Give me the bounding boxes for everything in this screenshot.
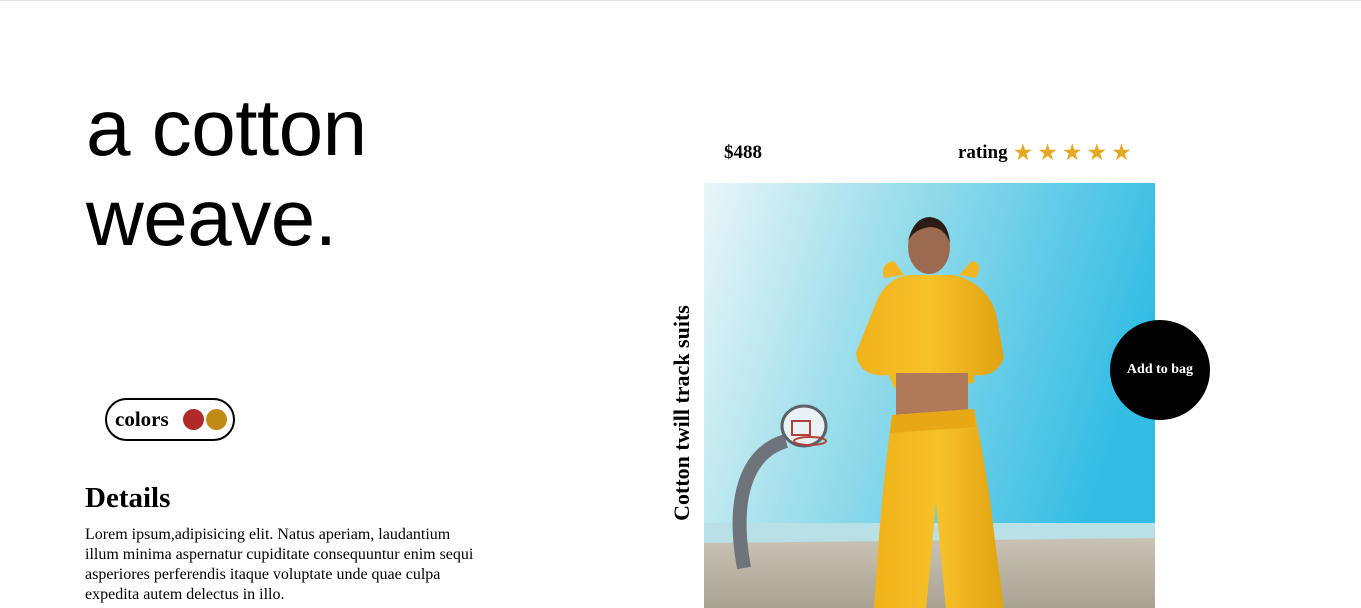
- price: $488: [724, 142, 762, 163]
- product-name: Cotton twill track suits: [669, 305, 694, 521]
- star-icon: ★: [1086, 140, 1108, 166]
- add-to-bag-button[interactable]: Add to bag: [1110, 320, 1210, 420]
- rating: rating ★ ★ ★ ★ ★: [958, 140, 1136, 166]
- details-text: Lorem ipsum,adipisicing elit. Natus aper…: [85, 526, 474, 603]
- rating-stars: ★ ★ ★ ★ ★: [1013, 140, 1136, 166]
- color-swatch-red[interactable]: [182, 409, 204, 430]
- star-icon: ★: [1111, 140, 1132, 166]
- rating-label: rating: [958, 142, 1008, 163]
- tracksuit-photo-icon: [704, 183, 1155, 608]
- product-photo: [704, 183, 1155, 608]
- hero-line-1: a cotton: [86, 83, 367, 172]
- colors-label: colors: [115, 407, 169, 431]
- product-page: a cotton weave. colors Details Lorem ips…: [0, 0, 1361, 608]
- star-icon: ★: [1037, 140, 1058, 166]
- color-selector: colors: [105, 398, 235, 441]
- hero-headline: a cotton weave.: [86, 83, 367, 263]
- details-heading: Details: [85, 482, 171, 514]
- color-swatch-gold[interactable]: [205, 409, 227, 430]
- hero-line-2: weave.: [86, 173, 337, 262]
- star-icon: ★: [1012, 140, 1034, 166]
- star-icon: ★: [1061, 140, 1083, 166]
